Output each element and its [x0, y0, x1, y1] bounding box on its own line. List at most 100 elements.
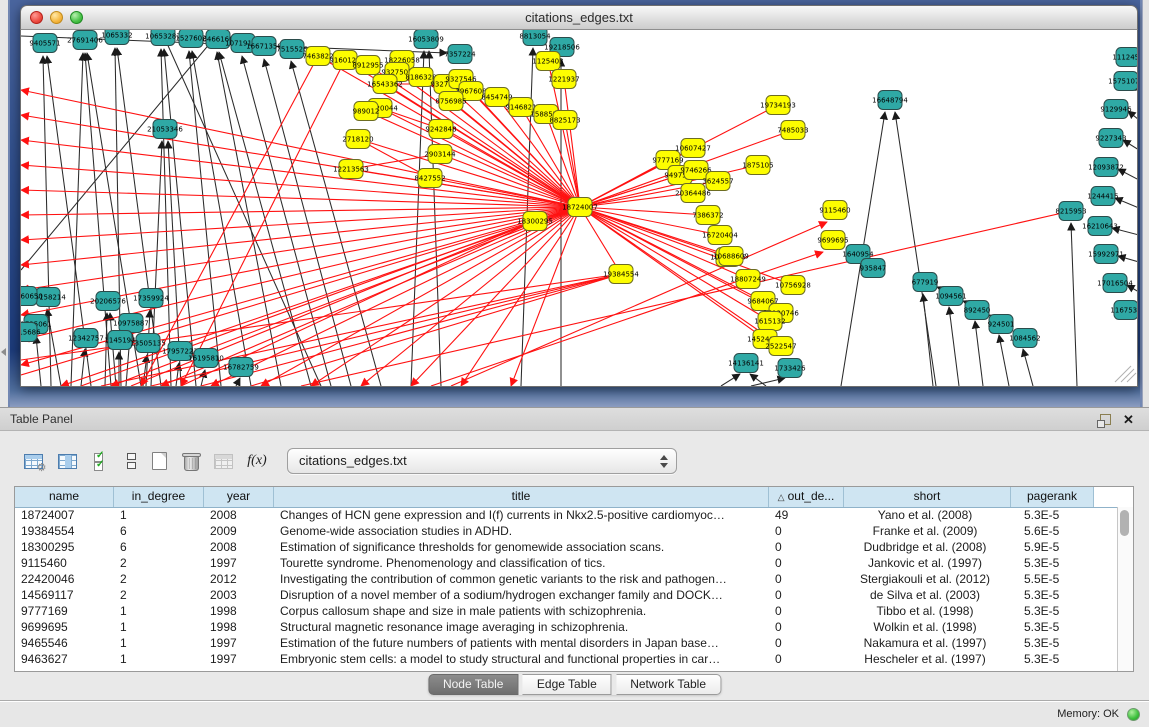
- delete-table-button[interactable]: [176, 447, 206, 475]
- table-cell[interactable]: 1: [114, 636, 204, 652]
- table-options-button[interactable]: [18, 447, 48, 475]
- table-row[interactable]: 1938455462009Genome-wide association stu…: [15, 524, 1133, 540]
- column-visibility-button[interactable]: [52, 447, 82, 475]
- column-header-out_de[interactable]: △out_de...: [769, 487, 844, 507]
- table-cell[interactable]: 5.3E-5: [1011, 652, 1094, 668]
- table-cell[interactable]: Estimation of significance thresholds fo…: [274, 540, 769, 556]
- table-cell[interactable]: 1998: [204, 604, 274, 620]
- table-cell[interactable]: Wolkin et al. (1998): [844, 620, 1011, 636]
- table-cell[interactable]: Investigating the contribution of common…: [274, 572, 769, 588]
- right-panel-edge[interactable]: [1142, 0, 1149, 407]
- table-cell[interactable]: 2: [114, 588, 204, 604]
- table-cell[interactable]: Franke et al. (2009): [844, 524, 1011, 540]
- table-cell[interactable]: 0: [769, 604, 844, 620]
- column-header-short[interactable]: short: [844, 487, 1011, 507]
- table-cell[interactable]: 9465546: [15, 636, 114, 652]
- table-cell[interactable]: 2012: [204, 572, 274, 588]
- table-cell[interactable]: 0: [769, 540, 844, 556]
- close-panel-icon[interactable]: [1123, 411, 1137, 427]
- table-cell[interactable]: 22420046: [15, 572, 114, 588]
- column-header-year[interactable]: year: [204, 487, 274, 507]
- table-cell[interactable]: 18724007: [15, 508, 114, 524]
- tab-edge-table[interactable]: Edge Table: [523, 674, 612, 695]
- network-window-titlebar[interactable]: citations_edges.txt: [20, 5, 1138, 30]
- zoom-window-button[interactable]: [70, 11, 83, 24]
- table-cell[interactable]: Hescheler et al. (1997): [844, 652, 1011, 668]
- table-cell[interactable]: 5.3E-5: [1011, 604, 1094, 620]
- table-row[interactable]: 969969511998Structural magnetic resonanc…: [15, 620, 1133, 636]
- resize-grip-icon[interactable]: [1115, 366, 1136, 382]
- table-cell[interactable]: Estimation of the future numbers of pati…: [274, 636, 769, 652]
- table-cell[interactable]: 5.9E-5: [1011, 540, 1094, 556]
- table-cell[interactable]: 6: [114, 540, 204, 556]
- table-cell[interactable]: 6: [114, 524, 204, 540]
- column-header-name[interactable]: name: [15, 487, 114, 507]
- table-cell[interactable]: 0: [769, 620, 844, 636]
- table-cell[interactable]: 2003: [204, 588, 274, 604]
- table-cell[interactable]: Nakamura et al. (1997): [844, 636, 1011, 652]
- table-cell[interactable]: 1997: [204, 652, 274, 668]
- table-cell[interactable]: Genome-wide association studies in ADHD.: [274, 524, 769, 540]
- table-cell[interactable]: 5.5E-5: [1011, 572, 1094, 588]
- table-cell[interactable]: 9699695: [15, 620, 114, 636]
- table-cell[interactable]: 1: [114, 508, 204, 524]
- table-cell[interactable]: Tibbo et al. (1998): [844, 604, 1011, 620]
- table-cell[interactable]: Dudbridge et al. (2008): [844, 540, 1011, 556]
- table-cell[interactable]: 18300295: [15, 540, 114, 556]
- row-selection-button[interactable]: [86, 447, 116, 475]
- table-cell[interactable]: Corpus callosum shape and size in male p…: [274, 604, 769, 620]
- tab-network-table[interactable]: Network Table: [616, 674, 721, 695]
- new-table-button[interactable]: [144, 447, 174, 475]
- table-row[interactable]: 977716911998Corpus callosum shape and si…: [15, 604, 1133, 620]
- table-cell[interactable]: de Silva et al. (2003): [844, 588, 1011, 604]
- table-row[interactable]: 911546021997Tourette syndrome. Phenomeno…: [15, 556, 1133, 572]
- table-cell[interactable]: Changes of HCN gene expression and I(f) …: [274, 508, 769, 524]
- float-window-icon[interactable]: [1100, 414, 1111, 425]
- tab-node-table[interactable]: Node Table: [428, 674, 519, 695]
- column-header-title[interactable]: title: [274, 487, 769, 507]
- table-row[interactable]: 1456911722003Disruption of a novel membe…: [15, 588, 1133, 604]
- table-cell[interactable]: 1: [114, 604, 204, 620]
- table-cell[interactable]: 2009: [204, 524, 274, 540]
- network-graph[interactable]: 9405571276914061065332106532871527602646…: [21, 30, 1138, 386]
- row-height-button[interactable]: [116, 447, 146, 475]
- table-cell[interactable]: 9463627: [15, 652, 114, 668]
- table-cell[interactable]: Disruption of a novel member of a sodium…: [274, 588, 769, 604]
- table-cell[interactable]: 9115460: [15, 556, 114, 572]
- table-cell[interactable]: Embryonic stem cells: a model to study s…: [274, 652, 769, 668]
- table-cell[interactable]: 5.3E-5: [1011, 588, 1094, 604]
- table-cell[interactable]: 0: [769, 636, 844, 652]
- splitter-collapse-icon[interactable]: [1, 348, 6, 356]
- left-splitter[interactable]: [0, 0, 8, 407]
- table-row[interactable]: 1872400712008Changes of HCN gene express…: [15, 508, 1133, 524]
- table-cell[interactable]: 19384554: [15, 524, 114, 540]
- table-cell[interactable]: 9777169: [15, 604, 114, 620]
- table-cell[interactable]: 5.3E-5: [1011, 556, 1094, 572]
- table-cell[interactable]: 1997: [204, 556, 274, 572]
- table-cell[interactable]: Stergiakouli et al. (2012): [844, 572, 1011, 588]
- table-cell[interactable]: 2008: [204, 540, 274, 556]
- vertical-scrollbar[interactable]: [1117, 507, 1133, 671]
- table-cell[interactable]: Yano et al. (2008): [844, 508, 1011, 524]
- table-cell[interactable]: Tourette syndrome. Phenomenology and cla…: [274, 556, 769, 572]
- table-cell[interactable]: 0: [769, 572, 844, 588]
- table-cell[interactable]: 1: [114, 652, 204, 668]
- table-cell[interactable]: 0: [769, 556, 844, 572]
- minimize-window-button[interactable]: [50, 11, 63, 24]
- table-cell[interactable]: Structural magnetic resonance image aver…: [274, 620, 769, 636]
- column-header-pagerank[interactable]: pagerank: [1011, 487, 1094, 507]
- table-cell[interactable]: 2008: [204, 508, 274, 524]
- table-selector-dropdown[interactable]: citations_edges.txt: [287, 448, 677, 474]
- table-cell[interactable]: 1997: [204, 636, 274, 652]
- table-cell[interactable]: 14569117: [15, 588, 114, 604]
- table-row[interactable]: 946362711997Embryonic stem cells: a mode…: [15, 652, 1133, 668]
- table-row[interactable]: 946554611997Estimation of the future num…: [15, 636, 1133, 652]
- close-window-button[interactable]: [30, 11, 43, 24]
- table-cell[interactable]: 2: [114, 572, 204, 588]
- table-cell[interactable]: Jankovic et al. (1997): [844, 556, 1011, 572]
- column-header-in_degree[interactable]: in_degree: [114, 487, 204, 507]
- table-cell[interactable]: 5.3E-5: [1011, 508, 1094, 524]
- scrollbar-thumb[interactable]: [1120, 510, 1129, 536]
- network-canvas[interactable]: 9405571276914061065332106532871527602646…: [20, 30, 1138, 387]
- table-cell[interactable]: 5.3E-5: [1011, 620, 1094, 636]
